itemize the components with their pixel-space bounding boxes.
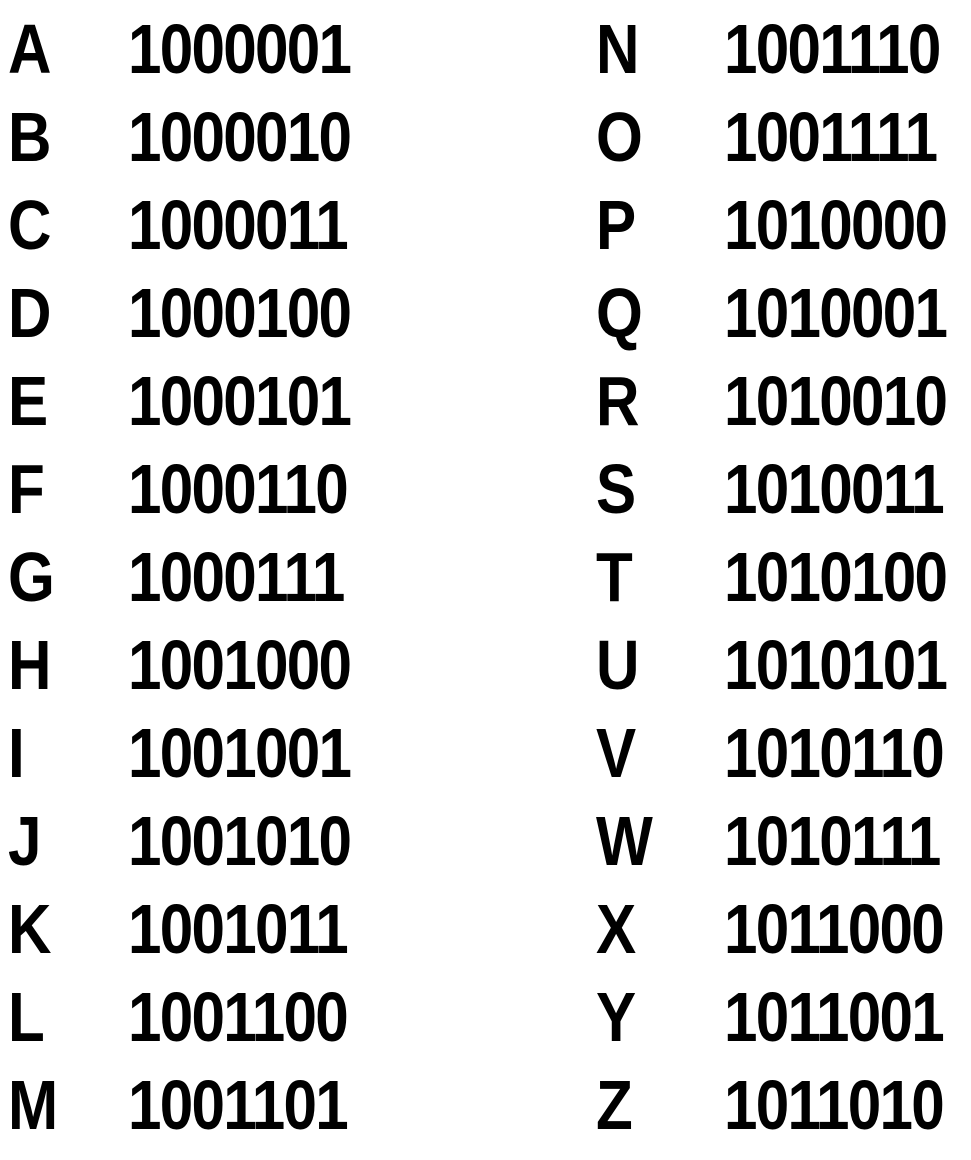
letter-label: D (8, 274, 52, 352)
table-row: M 1001101 (0, 1061, 485, 1149)
binary-code: 1001011 (128, 890, 349, 968)
binary-code: 1010011 (724, 450, 945, 528)
letter-label: K (8, 890, 52, 968)
binary-code: 1010111 (724, 802, 941, 880)
table-row: N 1001110 (486, 5, 971, 93)
binary-code: 1011010 (724, 1066, 945, 1144)
table-row: F 1000110 (0, 445, 485, 533)
letter-label: I (8, 714, 25, 792)
letter-label: M (8, 1066, 59, 1144)
table-row: E 1000101 (0, 357, 485, 445)
table-row: R 1010010 (486, 357, 971, 445)
binary-code: 1010001 (724, 274, 948, 352)
table-row: J 1001010 (0, 797, 485, 885)
letter-label: C (8, 186, 52, 264)
letter-label: U (596, 626, 640, 704)
letter-label: W (596, 802, 653, 880)
binary-code: 1001110 (724, 10, 941, 88)
letter-label: O (596, 98, 643, 176)
letter-label: T (596, 538, 633, 616)
binary-code: 1001001 (128, 714, 352, 792)
table-row: D 1000100 (0, 269, 485, 357)
table-row: X 1011000 (486, 885, 971, 973)
table-row: K 1001011 (0, 885, 485, 973)
binary-code: 1010100 (724, 538, 948, 616)
table-row: B 1000010 (0, 93, 485, 181)
letter-label: Y (596, 978, 637, 1056)
table-row: Q 1010001 (486, 269, 971, 357)
binary-code: 1011001 (724, 978, 945, 1056)
binary-code: 1001111 (724, 98, 938, 176)
table-row: H 1001000 (0, 621, 485, 709)
binary-code: 1001010 (128, 802, 352, 880)
table-row: G 1000111 (0, 533, 485, 621)
binary-code: 1010000 (724, 186, 948, 264)
letter-label: B (8, 98, 52, 176)
binary-code: 1010110 (724, 714, 945, 792)
left-column: A 1000001 B 1000010 C 1000011 D 1000100 E 100… (0, 0, 485, 1160)
binary-code: 1001000 (128, 626, 352, 704)
binary-code: 1000001 (128, 10, 352, 88)
table-row: I 1001001 (0, 709, 485, 797)
binary-code: 1001100 (128, 978, 349, 1056)
letter-label: J (8, 802, 42, 880)
table-row: L 1001100 (0, 973, 485, 1061)
table-row: V 1010110 (486, 709, 971, 797)
letter-label: A (8, 10, 52, 88)
table-row: Y 1011001 (486, 973, 971, 1061)
table-row: O 1001111 (486, 93, 971, 181)
letter-label: F (8, 450, 45, 528)
letter-label: E (8, 362, 49, 440)
binary-code: 1000101 (128, 362, 352, 440)
letter-label: S (596, 450, 637, 528)
table-row: U 1010101 (486, 621, 971, 709)
letter-label: G (8, 538, 55, 616)
table-row: C 1000011 (0, 181, 485, 269)
binary-code: 1010101 (724, 626, 948, 704)
table-row: W 1010111 (486, 797, 971, 885)
binary-code: 1000011 (128, 186, 349, 264)
letter-label: V (596, 714, 637, 792)
binary-code: 1000111 (128, 538, 345, 616)
right-column: N 1001110 O 1001111 P 1010000 Q 1010001 R 101… (486, 0, 971, 1160)
table-row: A 1000001 (0, 5, 485, 93)
binary-code: 1011000 (724, 890, 945, 968)
table-row: S 1010011 (486, 445, 971, 533)
table-row: T 1010100 (486, 533, 971, 621)
letter-label: Z (596, 1066, 633, 1144)
letter-label: H (8, 626, 52, 704)
letter-label: L (8, 978, 45, 1056)
letter-label: N (596, 10, 640, 88)
letter-label: P (596, 186, 637, 264)
binary-code: 1010010 (724, 362, 948, 440)
binary-code: 1000100 (128, 274, 352, 352)
table-row: Z 1011010 (486, 1061, 971, 1149)
letter-label: X (596, 890, 637, 968)
letter-label: Q (596, 274, 643, 352)
binary-code: 1000110 (128, 450, 349, 528)
letter-code-table: A 1000001 B 1000010 C 1000011 D 1000100 E 100… (0, 0, 971, 1160)
table-row: P 1010000 (486, 181, 971, 269)
binary-code: 1000010 (128, 98, 352, 176)
binary-code: 1001101 (128, 1066, 349, 1144)
letter-label: R (596, 362, 640, 440)
